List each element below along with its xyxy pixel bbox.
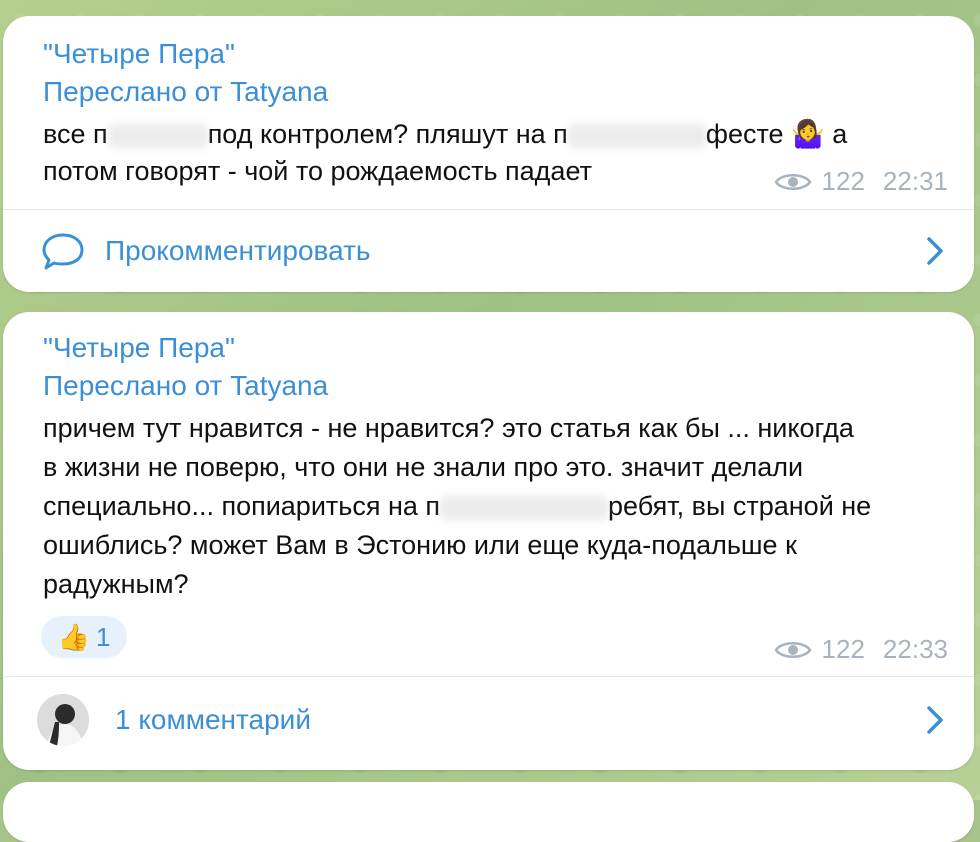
shrug-emoji: 🤷‍♀️ <box>791 119 825 149</box>
channel-name[interactable]: "Четыре Пера" <box>43 332 235 364</box>
message-text-line: потом говорят - чой то рождаемость падае… <box>43 156 592 186</box>
avatar-image <box>37 694 89 746</box>
comment-label: Прокомментировать <box>105 235 371 266</box>
chevron-right-icon <box>927 237 943 265</box>
divider <box>3 209 974 210</box>
view-count: 122 <box>821 166 865 196</box>
divider <box>3 676 974 677</box>
message-bubble[interactable] <box>3 782 974 842</box>
blurred-text <box>567 123 706 148</box>
reaction-badge[interactable]: 👍 1 <box>41 616 127 658</box>
comment-button[interactable]: 1 комментарий <box>3 680 974 760</box>
message-bubble[interactable]: "Четыре Пера" Переслано от Tatyana приче… <box>3 312 974 770</box>
message-meta: 122 22:31 <box>774 166 948 197</box>
avatar <box>37 694 89 746</box>
message-text-line: ошиблись? может Вам в Эстонию или еще ку… <box>43 530 797 560</box>
message-text-line: радужным? <box>43 569 189 599</box>
view-count: 122 <box>821 634 865 664</box>
channel-name[interactable]: "Четыре Пера" <box>43 38 235 70</box>
reaction-count: 1 <box>95 621 111 652</box>
eye-icon <box>774 173 812 190</box>
comment-label: 1 комментарий <box>115 704 311 735</box>
message-time: 22:31 <box>882 166 948 196</box>
forwarded-from[interactable]: Переслано от Tatyana <box>43 76 328 108</box>
blurred-text <box>107 123 208 148</box>
message-text-line: специально... попиариться на п ребят, вы … <box>43 491 872 521</box>
thumbs-up-emoji: 👍 <box>57 621 90 652</box>
message-time: 22:33 <box>882 634 948 664</box>
message-text-line: в жизни не поверю, что они не знали про … <box>43 452 804 482</box>
message-bubble[interactable]: "Четыре Пера" Переслано от Tatyana все п… <box>3 16 974 292</box>
chevron-right-icon <box>927 706 943 734</box>
blurred-text <box>440 495 609 520</box>
message-text-line: причем тут нравится - не нравится? это с… <box>43 413 854 443</box>
message-meta: 122 22:33 <box>774 634 948 665</box>
speech-bubble-icon <box>42 233 84 270</box>
eye-icon <box>774 641 812 658</box>
forwarded-from[interactable]: Переслано от Tatyana <box>43 370 328 402</box>
comment-button[interactable]: Прокомментировать <box>3 211 974 291</box>
message-text-line: все п под контролем? пляшут на п фесте 🤷‍♀… <box>43 119 848 149</box>
